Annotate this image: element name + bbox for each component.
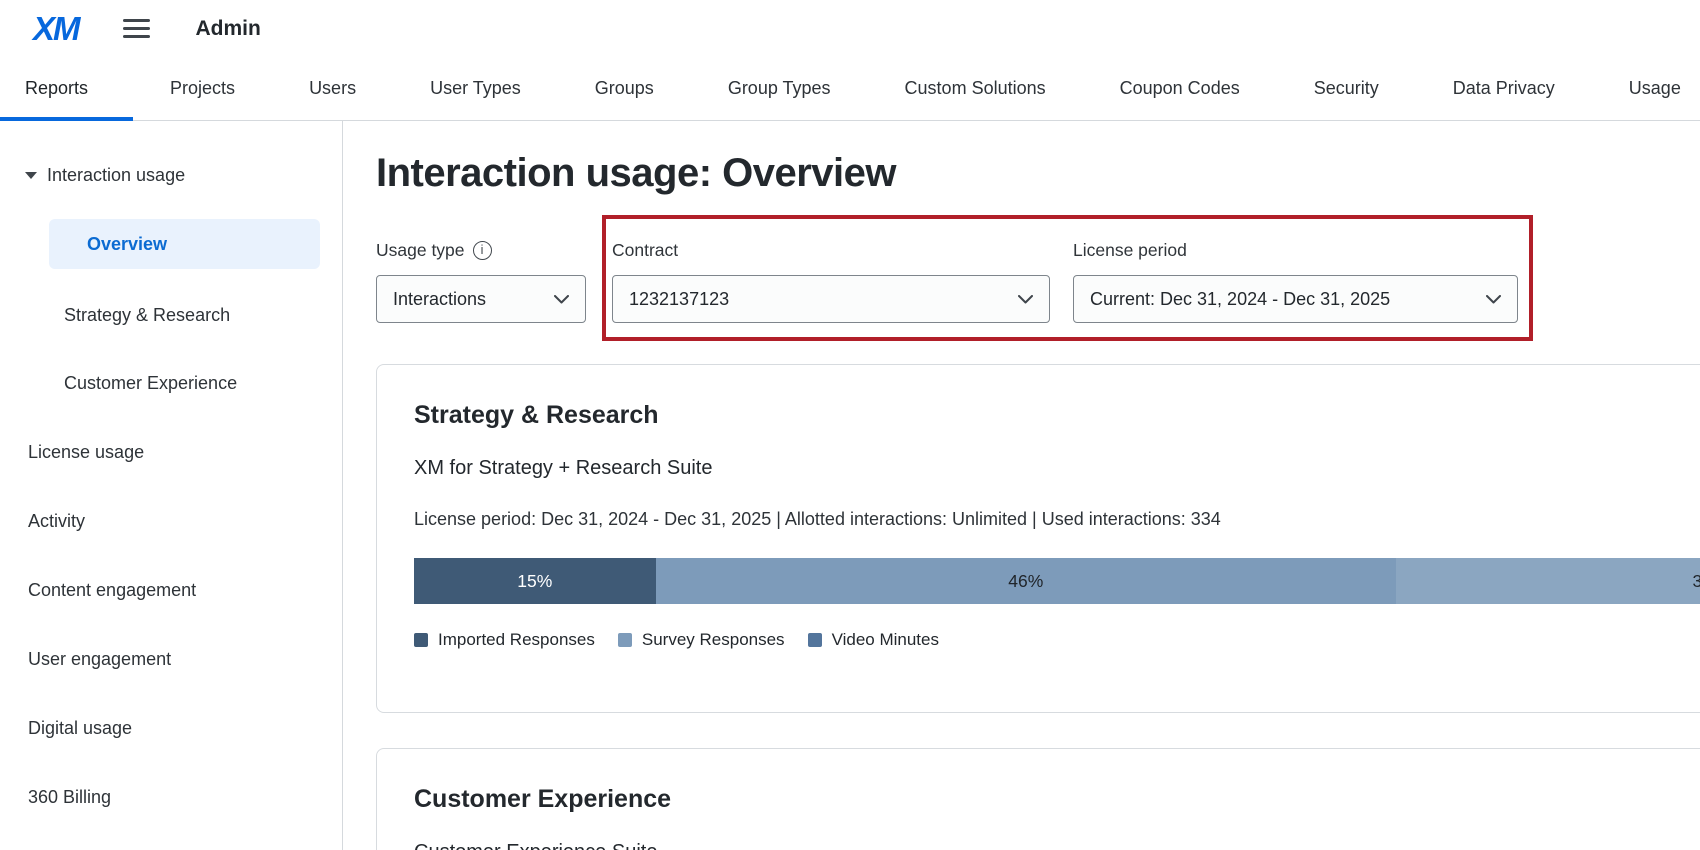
legend-label: Video Minutes	[832, 630, 939, 650]
contract-label: Contract	[612, 240, 1050, 261]
legend-swatch-icon	[414, 633, 428, 647]
select-value: Current: Dec 31, 2024 - Dec 31, 2025	[1090, 289, 1390, 310]
sidebar-item-digital-usage[interactable]: Digital usage	[0, 706, 342, 750]
card-subtitle: Customer Experience Suite	[414, 840, 1700, 850]
tab-user-types[interactable]: User Types	[393, 57, 558, 120]
chevron-down-icon	[1486, 295, 1501, 304]
filter-label-text: License period	[1073, 240, 1187, 261]
app-title: Admin	[196, 17, 261, 41]
usage-type-group: Usage type Interactions	[376, 240, 586, 323]
filter-controls: Usage type Interactions Contract 123	[376, 215, 1700, 341]
contract-select[interactable]: 1232137123	[612, 275, 1050, 323]
license-period-label: License period	[1073, 240, 1518, 261]
card-title: Customer Experience	[414, 784, 1700, 814]
admin-tab-bar: Reports Projects Users User Types Groups…	[0, 57, 1700, 121]
tab-groups[interactable]: Groups	[558, 57, 691, 120]
legend-swatch-icon	[618, 633, 632, 647]
main-content: Interaction usage: Overview Usage type I…	[343, 121, 1700, 850]
tab-coupon-codes[interactable]: Coupon Codes	[1083, 57, 1277, 120]
xm-logo: XM	[33, 12, 79, 45]
tab-data-privacy[interactable]: Data Privacy	[1416, 57, 1592, 120]
sidebar-item-customer-experience[interactable]: Customer Experience	[0, 361, 342, 405]
tab-users[interactable]: Users	[272, 57, 393, 120]
card-customer-experience: Customer Experience Customer Experience …	[376, 748, 1700, 850]
usage-bar: 15%46%39%	[414, 558, 1700, 604]
annotation-box: Contract 1232137123 License period Curr	[602, 215, 1533, 341]
select-value: 1232137123	[629, 289, 729, 310]
tab-usage[interactable]: Usage	[1592, 57, 1700, 120]
sidebar-item-label: Overview	[87, 234, 167, 255]
filter-label-text: Usage type	[376, 240, 465, 261]
license-period-select[interactable]: Current: Dec 31, 2024 - Dec 31, 2025	[1073, 275, 1518, 323]
tab-custom-solutions[interactable]: Custom Solutions	[868, 57, 1083, 120]
tab-reports[interactable]: Reports	[0, 57, 133, 120]
license-period-group: License period Current: Dec 31, 2024 - D…	[1073, 240, 1518, 323]
usage-bar-segment: 46%	[656, 558, 1397, 604]
sidebar-item-360-billing[interactable]: 360 Billing	[0, 775, 342, 819]
tab-security[interactable]: Security	[1277, 57, 1416, 120]
filter-label-text: Contract	[612, 240, 678, 261]
usage-legend: Imported Responses Survey Responses Video …	[414, 630, 1700, 650]
sidebar-item-content-engagement[interactable]: Content engagement	[0, 568, 342, 612]
chevron-down-icon	[1018, 295, 1033, 304]
sidebar-item-label: Interaction usage	[47, 165, 185, 186]
card-title: Strategy & Research	[414, 400, 1700, 430]
usage-type-select[interactable]: Interactions	[376, 275, 586, 323]
sidebar-item-strategy-research[interactable]: Strategy & Research	[0, 293, 342, 337]
usage-bar-segment: 15%	[414, 558, 656, 604]
legend-item: Imported Responses	[414, 630, 595, 650]
legend-label: Survey Responses	[642, 630, 785, 650]
card-meta: License period: Dec 31, 2024 - Dec 31, 2…	[414, 509, 1700, 530]
legend-swatch-icon	[808, 633, 822, 647]
caret-down-icon	[25, 172, 37, 179]
page-title: Interaction usage: Overview	[376, 150, 1700, 196]
select-value: Interactions	[393, 289, 486, 310]
card-strategy-research: Strategy & Research XM for Strategy + Re…	[376, 364, 1700, 713]
sidebar-item-interaction-usage[interactable]: Interaction usage	[0, 155, 342, 195]
legend-item: Survey Responses	[618, 630, 785, 650]
sidebar-item-overview[interactable]: Overview	[49, 219, 320, 269]
sidebar: Interaction usage Overview Strategy & Re…	[0, 121, 343, 850]
legend-label: Imported Responses	[438, 630, 595, 650]
content-area: Interaction usage Overview Strategy & Re…	[0, 121, 1700, 850]
sidebar-item-user-engagement[interactable]: User engagement	[0, 637, 342, 681]
sidebar-item-activity[interactable]: Activity	[0, 499, 342, 543]
usage-type-label: Usage type	[376, 240, 586, 261]
sidebar-item-license-usage[interactable]: License usage	[0, 430, 342, 474]
card-subtitle: XM for Strategy + Research Suite	[414, 456, 1700, 480]
hamburger-menu-icon[interactable]	[123, 19, 150, 38]
tab-group-types[interactable]: Group Types	[691, 57, 868, 120]
usage-bar-segment: 39%	[1396, 558, 1700, 604]
info-icon[interactable]	[473, 241, 492, 260]
contract-group: Contract 1232137123	[612, 240, 1050, 323]
legend-item: Video Minutes	[808, 630, 939, 650]
top-bar: XM Admin	[0, 0, 1700, 57]
chevron-down-icon	[554, 295, 569, 304]
tab-projects[interactable]: Projects	[133, 57, 272, 120]
